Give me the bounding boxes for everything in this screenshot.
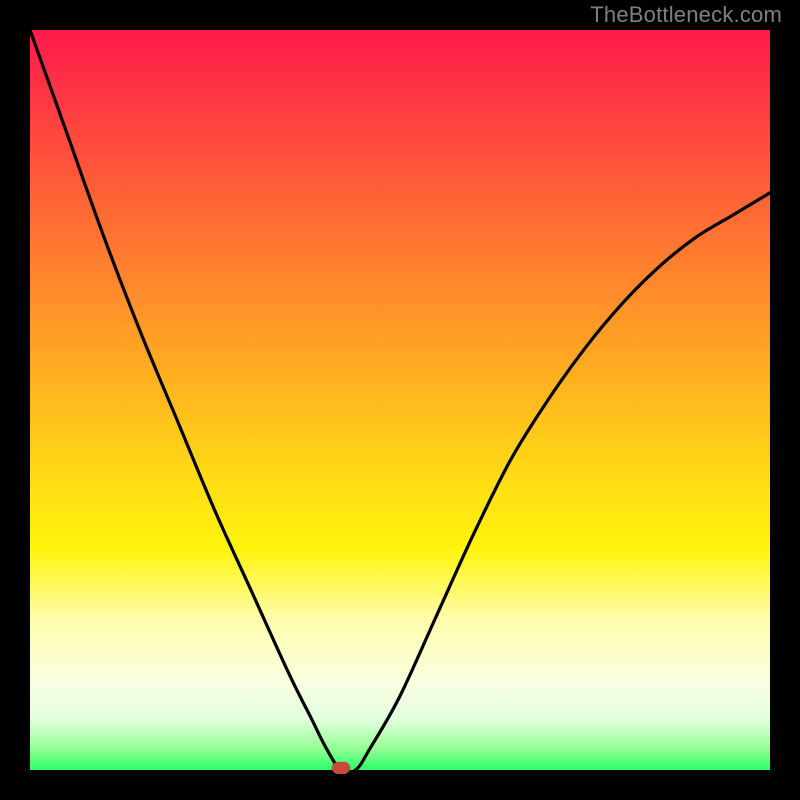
chart-frame: TheBottleneck.com xyxy=(0,0,800,800)
minimum-marker xyxy=(332,762,350,774)
bottleneck-curve xyxy=(30,30,770,770)
plot-area xyxy=(30,30,770,770)
attribution-text: TheBottleneck.com xyxy=(590,2,782,28)
